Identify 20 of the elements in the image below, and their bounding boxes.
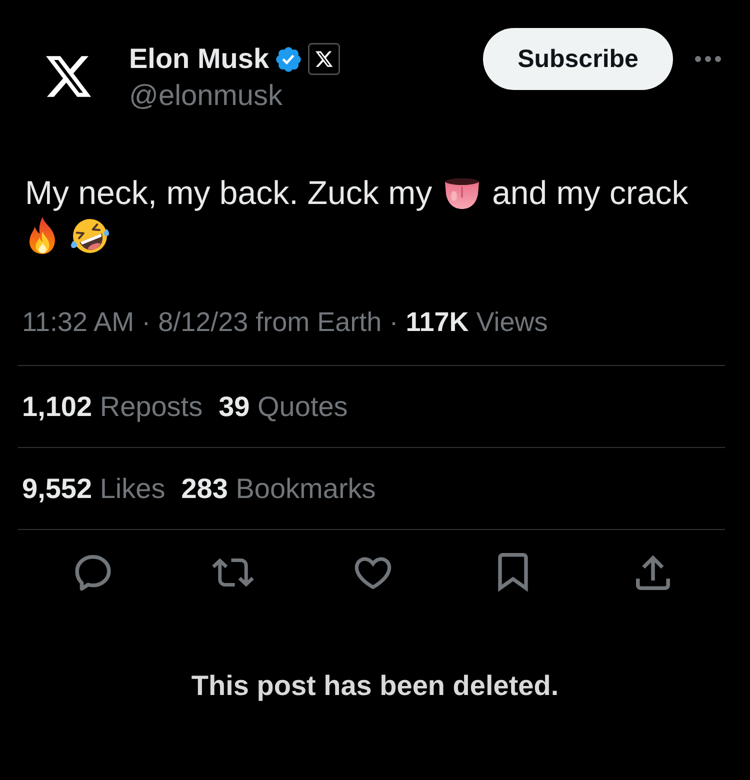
repost-icon[interactable] — [212, 558, 254, 587]
logo-icon[interactable] — [46, 56, 91, 97]
subscribe-button[interactable]: Subscribe — [483, 28, 673, 90]
author-handle[interactable]: @elonmusk — [129, 79, 283, 113]
logo-badge-icon[interactable] — [308, 43, 340, 75]
heart-icon[interactable] — [354, 556, 392, 589]
post-timestamp-views: 11:32 AM · 8/12/23 from Earth · 117K Views — [22, 306, 548, 339]
bookmark-icon[interactable] — [498, 553, 528, 592]
more-icon[interactable] — [695, 56, 721, 62]
author-name[interactable]: Elon Musk — [129, 42, 270, 76]
post-text: My neck, my back. Zuck my — [25, 173, 432, 213]
stat-link[interactable]: 39 Quotes — [218, 388, 348, 424]
deleted-notice: This post has been deleted. — [191, 669, 559, 703]
stat-link[interactable]: 283 Bookmarks — [181, 470, 376, 506]
stat-link[interactable]: 9,552 Likes — [22, 470, 166, 506]
share-icon[interactable] — [636, 555, 670, 590]
laughing-face-icon — [70, 216, 110, 254]
post-text: and my crack — [492, 173, 688, 213]
speech-bubble-icon[interactable] — [75, 554, 111, 590]
stat-link[interactable]: 1,102 Reposts — [22, 388, 203, 424]
